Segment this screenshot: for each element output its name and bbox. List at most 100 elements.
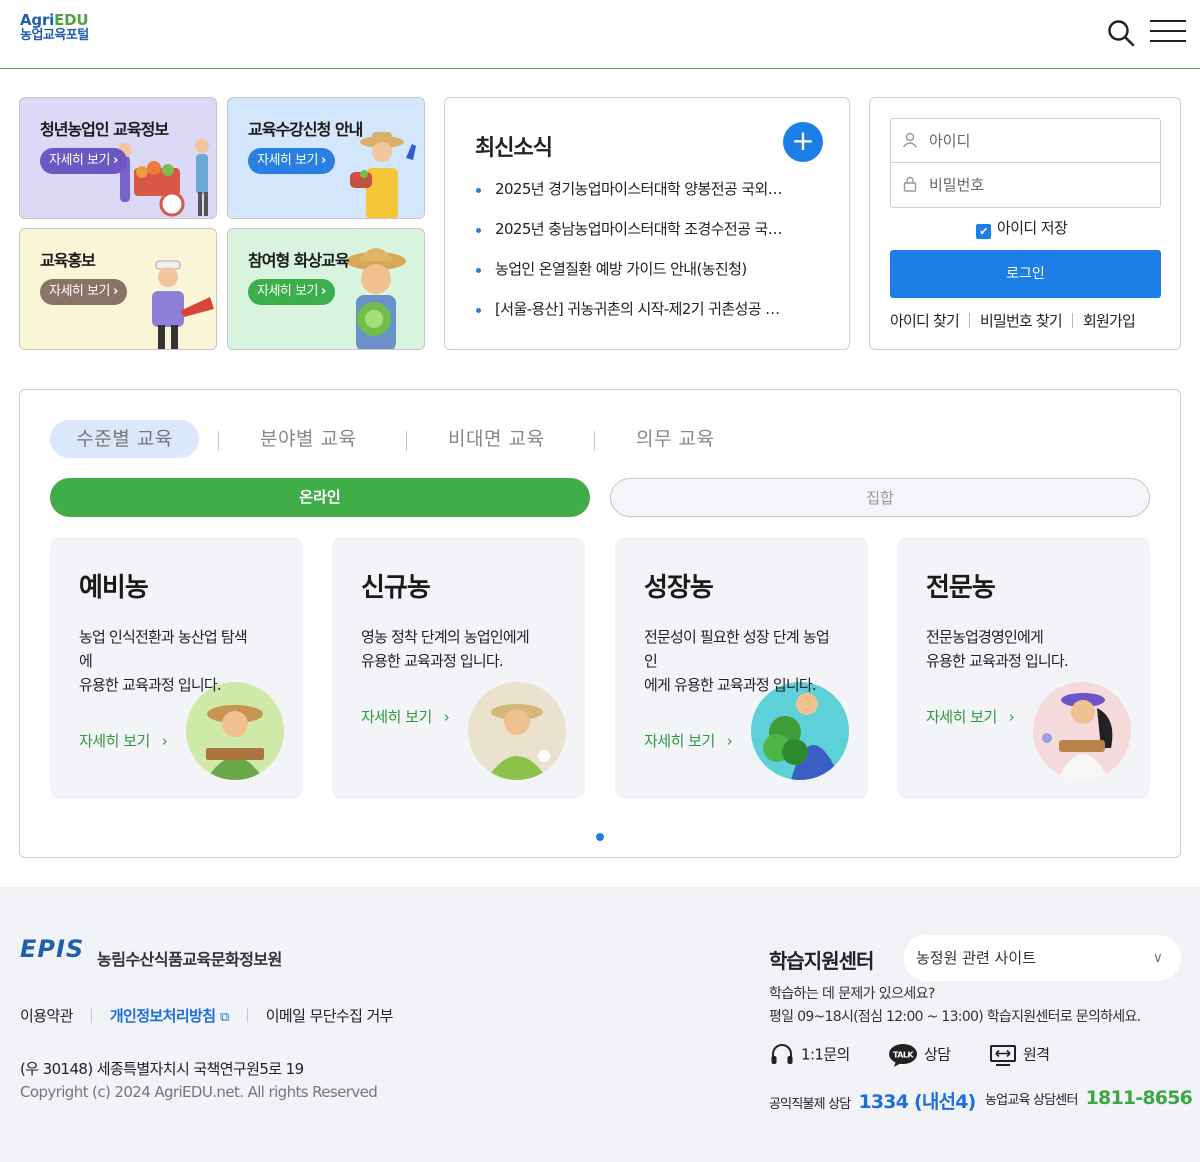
news-item[interactable]: 2025년 경기농업마이스터대학 양봉전공 국외…	[475, 178, 805, 218]
external-window-icon: ⧉	[220, 1010, 229, 1025]
email-refusal-link[interactable]: 이메일 무단수집 거부	[266, 1007, 394, 1025]
site-logo[interactable]: AgriEDU 농업교육포털	[20, 11, 89, 44]
tile-education-promo[interactable]: 교육홍보 자세히 보기 ›	[19, 228, 217, 350]
course-card-new-farmer[interactable]: 신규농 영농 정착 단계의 농업인에게 유용한 교육과정 입니다. 자세히 보기…	[332, 537, 585, 799]
course-more-link[interactable]: 자세히 보기 ›	[644, 730, 733, 751]
search-icon[interactable]	[1106, 18, 1136, 48]
carousel-dot[interactable]	[596, 833, 604, 841]
course-more-label: 자세히 보기	[79, 732, 150, 750]
tile-title: 청년농업인 교육정보	[40, 120, 169, 139]
logo-text-agri: Agri	[20, 11, 55, 29]
hamburger-menu-icon[interactable]	[1150, 20, 1186, 46]
support-help-line: 학습하는 데 문제가 있으세요?	[769, 986, 935, 1002]
tile-video-education[interactable]: 참여형 화상교육 자세히 보기 ›	[227, 228, 425, 350]
tile-more-button[interactable]: 자세히 보기 ›	[248, 279, 335, 305]
phone-number[interactable]: 1334 (내선4)	[858, 1091, 976, 1113]
course-card-desc: 영농 정착 단계의 농업인에게 유용한 교육과정 입니다.	[361, 625, 561, 673]
farmer-avatar-illustration	[468, 682, 566, 780]
chevron-right-icon: ›	[1008, 708, 1015, 726]
org-name: 농림수산식품교육문화정보원	[97, 950, 282, 969]
footer-copyright: Copyright (c) 2024 AgriEDU.net. All righ…	[20, 1083, 378, 1101]
tile-more-label: 자세히 보기	[257, 153, 318, 168]
desc-line: 전문농업경영인에게	[926, 628, 1044, 646]
related-sites-select[interactable]: 농정원 관련 사이트 ∨	[904, 935, 1181, 981]
chevron-right-icon: ›	[161, 732, 168, 750]
footer-address: (우 30148) 세종특별자치시 국책연구원5로 19	[20, 1060, 304, 1078]
find-id-link[interactable]: 아이디 찾기	[890, 312, 960, 330]
save-id-checkbox[interactable]: ✔ 아이디 저장	[976, 217, 1068, 239]
course-more-link[interactable]: 자세히 보기 ›	[79, 730, 168, 751]
footer-links: 이용약관 개인정보처리방침 ⧉ 이메일 무단수집 거부	[20, 1005, 393, 1026]
checkmark-icon: ✔	[976, 224, 991, 239]
news-more-button[interactable]: +	[783, 122, 823, 162]
course-card-desc: 전문성이 필요한 성장 단계 농업 인 에게 유용한 교육과정 입니다.	[644, 625, 844, 697]
tile-youth-farmer-info[interactable]: 청년농업인 교육정보 자세히 보기 ›	[19, 97, 217, 219]
tile-more-label: 자세히 보기	[49, 153, 110, 168]
headset-icon	[771, 1044, 793, 1064]
contact-label: 상담	[924, 1045, 951, 1064]
desc-line: 유용한 교육과정 입니다.	[361, 652, 504, 670]
course-card-growing-farmer[interactable]: 성장농 전문성이 필요한 성장 단계 농업 인 에게 유용한 교육과정 입니다.…	[615, 537, 868, 799]
chevron-right-icon: ›	[320, 153, 326, 168]
education-panel: 수준별 교육 분야별 교육 비대면 교육 의무 교육 온라인 집합 예비농 농업…	[19, 389, 1181, 858]
news-item[interactable]: 2025년 충남농업마이스터대학 조경수전공 국…	[475, 218, 805, 258]
svg-text:TALK: TALK	[893, 1051, 914, 1060]
chevron-right-icon: ›	[320, 284, 326, 299]
mode-online-toggle[interactable]: 온라인	[50, 478, 590, 517]
tab-online-education[interactable]: 비대면 교육	[448, 420, 544, 458]
course-card-expert-farmer[interactable]: 전문농 전문농업경영인에게 유용한 교육과정 입니다. 자세히 보기 ›	[897, 537, 1150, 799]
tile-more-button[interactable]: 자세히 보기 ›	[40, 148, 127, 174]
chevron-right-icon: ›	[443, 708, 450, 726]
lock-icon	[903, 176, 917, 192]
course-card-prospective[interactable]: 예비농 농업 인식전환과 농산업 탐색 에 유용한 교육과정 입니다. 자세히 …	[50, 537, 303, 799]
related-sites-label: 농정원 관련 사이트	[916, 949, 1036, 967]
farmers-cart-illustration	[118, 139, 209, 217]
news-item[interactable]: [서울-용산] 귀농귀촌의 시작-제2기 귀촌성공 …	[475, 298, 805, 338]
tab-field-education[interactable]: 분야별 교육	[260, 420, 356, 458]
id-input[interactable]	[929, 127, 1149, 155]
desc-line: 유용한 교육과정 입니다.	[79, 676, 222, 694]
desc-line: 농업 인식전환과 농산업 탐색	[79, 628, 248, 646]
course-card-desc: 농업 인식전환과 농산업 탐색 에 유용한 교육과정 입니다.	[79, 625, 279, 697]
talk-consult-button[interactable]: TALK 상담	[888, 1042, 951, 1068]
tile-more-button[interactable]: 자세히 보기 ›	[40, 279, 127, 305]
course-more-link[interactable]: 자세히 보기 ›	[926, 706, 1015, 727]
tab-mandatory-education[interactable]: 의무 교육	[636, 420, 714, 458]
save-id-label: 아이디 저장	[997, 219, 1068, 237]
login-button[interactable]: 로그인	[890, 250, 1161, 298]
tile-more-button[interactable]: 자세히 보기 ›	[248, 148, 335, 174]
find-password-link[interactable]: 비밀번호 찾기	[980, 312, 1063, 330]
epis-logo: EPIS 농림수산식품교육문화정보원	[20, 935, 282, 969]
terms-link[interactable]: 이용약관	[20, 1007, 73, 1025]
course-card-title: 전문농	[926, 573, 996, 603]
remote-support-button[interactable]: 원격	[989, 1042, 1050, 1068]
desc-line: 에	[79, 652, 93, 670]
contact-label: 1:1문의	[801, 1045, 850, 1064]
chevron-right-icon: ›	[112, 284, 118, 299]
desc-line: 인	[644, 652, 658, 670]
latest-news-panel: 최신소식 + 2025년 경기농업마이스터대학 양봉전공 국외… 2025년 충…	[444, 97, 850, 350]
course-more-label: 자세히 보기	[644, 732, 715, 750]
tile-enrollment-guide[interactable]: 교육수강신청 안내 자세히 보기 ›	[227, 97, 425, 219]
one-to-one-inquiry-button[interactable]: 1:1문의	[769, 1042, 850, 1068]
tile-more-label: 자세히 보기	[49, 284, 110, 299]
phone-number[interactable]: 1811-8656	[1086, 1087, 1193, 1109]
privacy-policy-link[interactable]: 개인정보처리방침 ⧉	[110, 1007, 230, 1025]
login-panel: ✔ 아이디 저장 로그인 아이디 찾기 비밀번호 찾기 회원가입	[869, 97, 1181, 350]
epis-logo-mark: EPIS	[20, 935, 85, 963]
course-card-desc: 전문농업경영인에게 유용한 교육과정 입니다.	[926, 625, 1126, 673]
support-center-title: 학습지원센터	[769, 949, 874, 973]
logo-text-edu: EDU	[54, 11, 89, 29]
tab-level-education[interactable]: 수준별 교육	[50, 420, 199, 458]
news-item[interactable]: 농업인 온열질환 예방 가이드 안내(농진청)	[475, 258, 805, 298]
password-input[interactable]	[929, 171, 1149, 199]
talk-bubble-icon: TALK	[889, 1044, 917, 1067]
desc-line: 영농 정착 단계의 농업인에게	[361, 628, 530, 646]
course-more-link[interactable]: 자세히 보기 ›	[361, 706, 450, 727]
login-fields	[890, 118, 1161, 208]
phone-label: 농업교육 상담센터	[985, 1093, 1078, 1108]
signup-link[interactable]: 회원가입	[1083, 312, 1136, 330]
course-card-title: 성장농	[644, 573, 714, 603]
phone-label: 공익직불제 상담	[769, 1097, 851, 1112]
mode-offline-toggle[interactable]: 집합	[610, 478, 1150, 517]
